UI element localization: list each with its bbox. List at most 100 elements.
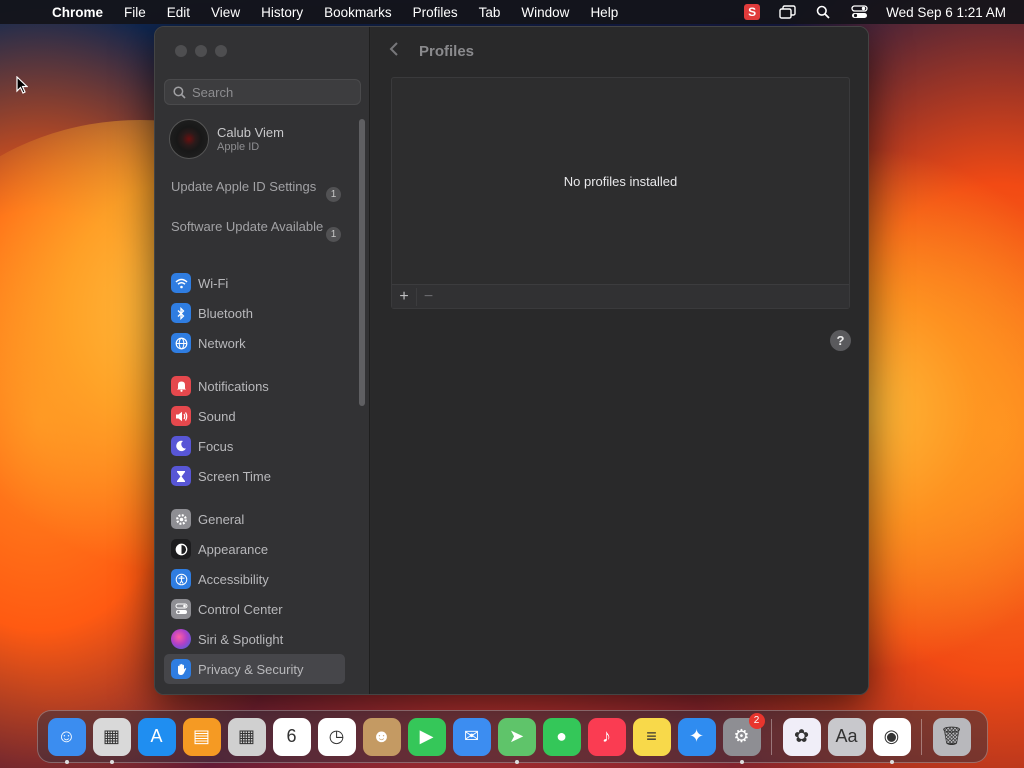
- status-s-icon[interactable]: S: [744, 4, 761, 20]
- dock-app-calendar[interactable]: 6: [272, 717, 311, 756]
- zoom-button[interactable]: [215, 45, 227, 57]
- messages-icon: ●: [556, 726, 567, 746]
- close-button[interactable]: [175, 45, 187, 57]
- window-controls: [175, 45, 227, 57]
- sidebar-item-label: Control Center: [198, 601, 283, 617]
- menu-history[interactable]: History: [261, 5, 303, 20]
- back-button[interactable]: [389, 41, 399, 62]
- menu-bar: Chrome File Edit View History Bookmarks …: [0, 0, 1024, 24]
- hourglass-icon: [171, 466, 191, 486]
- running-indicator: [739, 759, 744, 764]
- menu-file[interactable]: File: [124, 5, 146, 20]
- dock-app-maps[interactable]: ➤: [497, 717, 536, 764]
- sidebar-scrollbar[interactable]: [359, 119, 365, 406]
- empty-state-message: No profiles installed: [563, 174, 678, 189]
- dock-app-books[interactable]: ▤: [182, 717, 221, 756]
- menu-help[interactable]: Help: [590, 5, 618, 20]
- menu-bar-status: S Wed Sep 6 1:21 AM: [744, 4, 1006, 20]
- sidebar-item-label: Screen Time: [198, 468, 271, 484]
- dock-app-chrome[interactable]: ◉: [872, 717, 911, 764]
- books-icon: ▤: [192, 726, 210, 746]
- control-center-icon[interactable]: [850, 4, 868, 20]
- sidebar-search-input[interactable]: Search: [164, 79, 361, 105]
- menu-bar-clock[interactable]: Wed Sep 6 1:21 AM: [886, 5, 1006, 20]
- dock-app-contacts[interactable]: ☻: [362, 717, 401, 756]
- menu-edit[interactable]: Edit: [167, 5, 190, 20]
- sidebar-item-screen-time[interactable]: Screen Time: [171, 464, 345, 488]
- add-profile-button[interactable]: +: [392, 288, 416, 306]
- sidebar-item-appearance[interactable]: Appearance: [171, 537, 345, 561]
- menu-tab[interactable]: Tab: [479, 5, 501, 20]
- dock-app-system-settings[interactable]: ⚙ 2: [722, 712, 765, 764]
- bell-icon: [171, 376, 191, 396]
- dock-separator: [771, 718, 772, 755]
- notice-label: Software Update Available: [171, 219, 324, 234]
- spotlight-search-icon[interactable]: [814, 4, 832, 20]
- menu-window[interactable]: Window: [521, 5, 569, 20]
- menu-view[interactable]: View: [211, 5, 240, 20]
- dock-app-finder[interactable]: ☺: [47, 717, 86, 764]
- notice-update-apple-id[interactable]: Update Apple ID Settings 1: [171, 179, 341, 202]
- menu-bookmarks[interactable]: Bookmarks: [324, 5, 392, 20]
- dock-app-notes[interactable]: ≡: [632, 717, 671, 756]
- notice-label: Update Apple ID Settings: [171, 179, 317, 194]
- search-placeholder: Search: [192, 84, 234, 100]
- system-settings-window: Search Calub Viem Apple ID Update Apple …: [154, 26, 869, 695]
- dock-app-chrome-settings[interactable]: ✿: [782, 717, 821, 756]
- sidebar-item-siri-spotlight[interactable]: Siri & Spotlight: [171, 627, 345, 651]
- remove-profile-button[interactable]: −: [416, 287, 440, 306]
- switches-icon: [171, 599, 191, 619]
- sidebar-item-notifications[interactable]: Notifications: [171, 374, 345, 398]
- dock: ☺ ▦ A ▤ ▦ 6 ◷ ☻ ▶ ✉ ➤ ● ♪ ≡ ✦ ⚙ 2 ✿ Aa ◉ 🗑: [37, 710, 988, 764]
- dock-app-safari[interactable]: ✦: [677, 717, 716, 756]
- sidebar-item-label: Wi-Fi: [198, 275, 229, 291]
- profiles-pane: Profiles No profiles installed + − ?: [371, 27, 868, 694]
- notice-count-badge: 1: [326, 187, 341, 202]
- notice-software-update[interactable]: Software Update Available 1: [171, 219, 341, 242]
- sidebar-item-control-center[interactable]: Control Center: [171, 597, 345, 621]
- dock-app-trash[interactable]: 🗑: [932, 717, 971, 756]
- minimize-button[interactable]: [195, 45, 207, 57]
- gear-icon: [171, 509, 191, 529]
- app-store-icon: A: [150, 726, 163, 746]
- sidebar-item-label: Sound: [198, 408, 236, 424]
- sidebar-item-sound[interactable]: Sound: [171, 404, 345, 428]
- wifi-icon: [171, 273, 191, 293]
- dock-app-mail[interactable]: ✉: [452, 717, 491, 756]
- screen-mirroring-icon[interactable]: [778, 4, 796, 20]
- sidebar-item-accessibility[interactable]: Accessibility: [171, 567, 345, 591]
- menu-app-name[interactable]: Chrome: [52, 5, 103, 20]
- sidebar-item-focus[interactable]: Focus: [171, 434, 345, 458]
- dock-app-messages[interactable]: ●: [542, 717, 581, 756]
- calendar-icon: 6: [286, 726, 297, 746]
- apple-id-account[interactable]: Calub Viem Apple ID: [169, 119, 284, 159]
- help-button[interactable]: ?: [830, 330, 851, 351]
- facetime-icon: ▶: [419, 726, 434, 746]
- dock-app-facetime[interactable]: ▶: [407, 717, 446, 756]
- globe-icon: [171, 333, 191, 353]
- sidebar-item-label: Appearance: [198, 541, 269, 557]
- sidebar-item-general[interactable]: General: [171, 507, 345, 531]
- dock-app-font-book[interactable]: Aa: [827, 717, 866, 756]
- sidebar-item-privacy-security[interactable]: Privacy & Security: [164, 654, 345, 684]
- clock-icon: ◷: [328, 726, 345, 746]
- dock-app-app-store[interactable]: A: [137, 717, 176, 756]
- moon-icon: [171, 436, 191, 456]
- dock-app-calculator[interactable]: ▦: [227, 717, 266, 756]
- sidebar-item-bluetooth[interactable]: Bluetooth: [171, 301, 345, 325]
- sidebar-item-label: General: [198, 511, 245, 527]
- speaker-icon: [171, 406, 191, 426]
- dock-app-clock[interactable]: ◷: [317, 717, 356, 756]
- siri-icon: [171, 629, 191, 649]
- calculator-icon: ▦: [237, 726, 255, 746]
- sidebar-item-label: Focus: [198, 438, 234, 454]
- running-indicator: [64, 759, 69, 764]
- sidebar-item-wifi[interactable]: Wi-Fi: [171, 271, 345, 295]
- account-subtitle: Apple ID: [217, 141, 260, 153]
- dock-app-music[interactable]: ♪: [587, 717, 626, 756]
- sidebar-item-network[interactable]: Network: [171, 331, 345, 355]
- dock-app-launchpad[interactable]: ▦: [92, 717, 131, 764]
- safari-icon: ✦: [688, 726, 705, 746]
- running-indicator: [514, 759, 519, 764]
- menu-profiles[interactable]: Profiles: [413, 5, 458, 20]
